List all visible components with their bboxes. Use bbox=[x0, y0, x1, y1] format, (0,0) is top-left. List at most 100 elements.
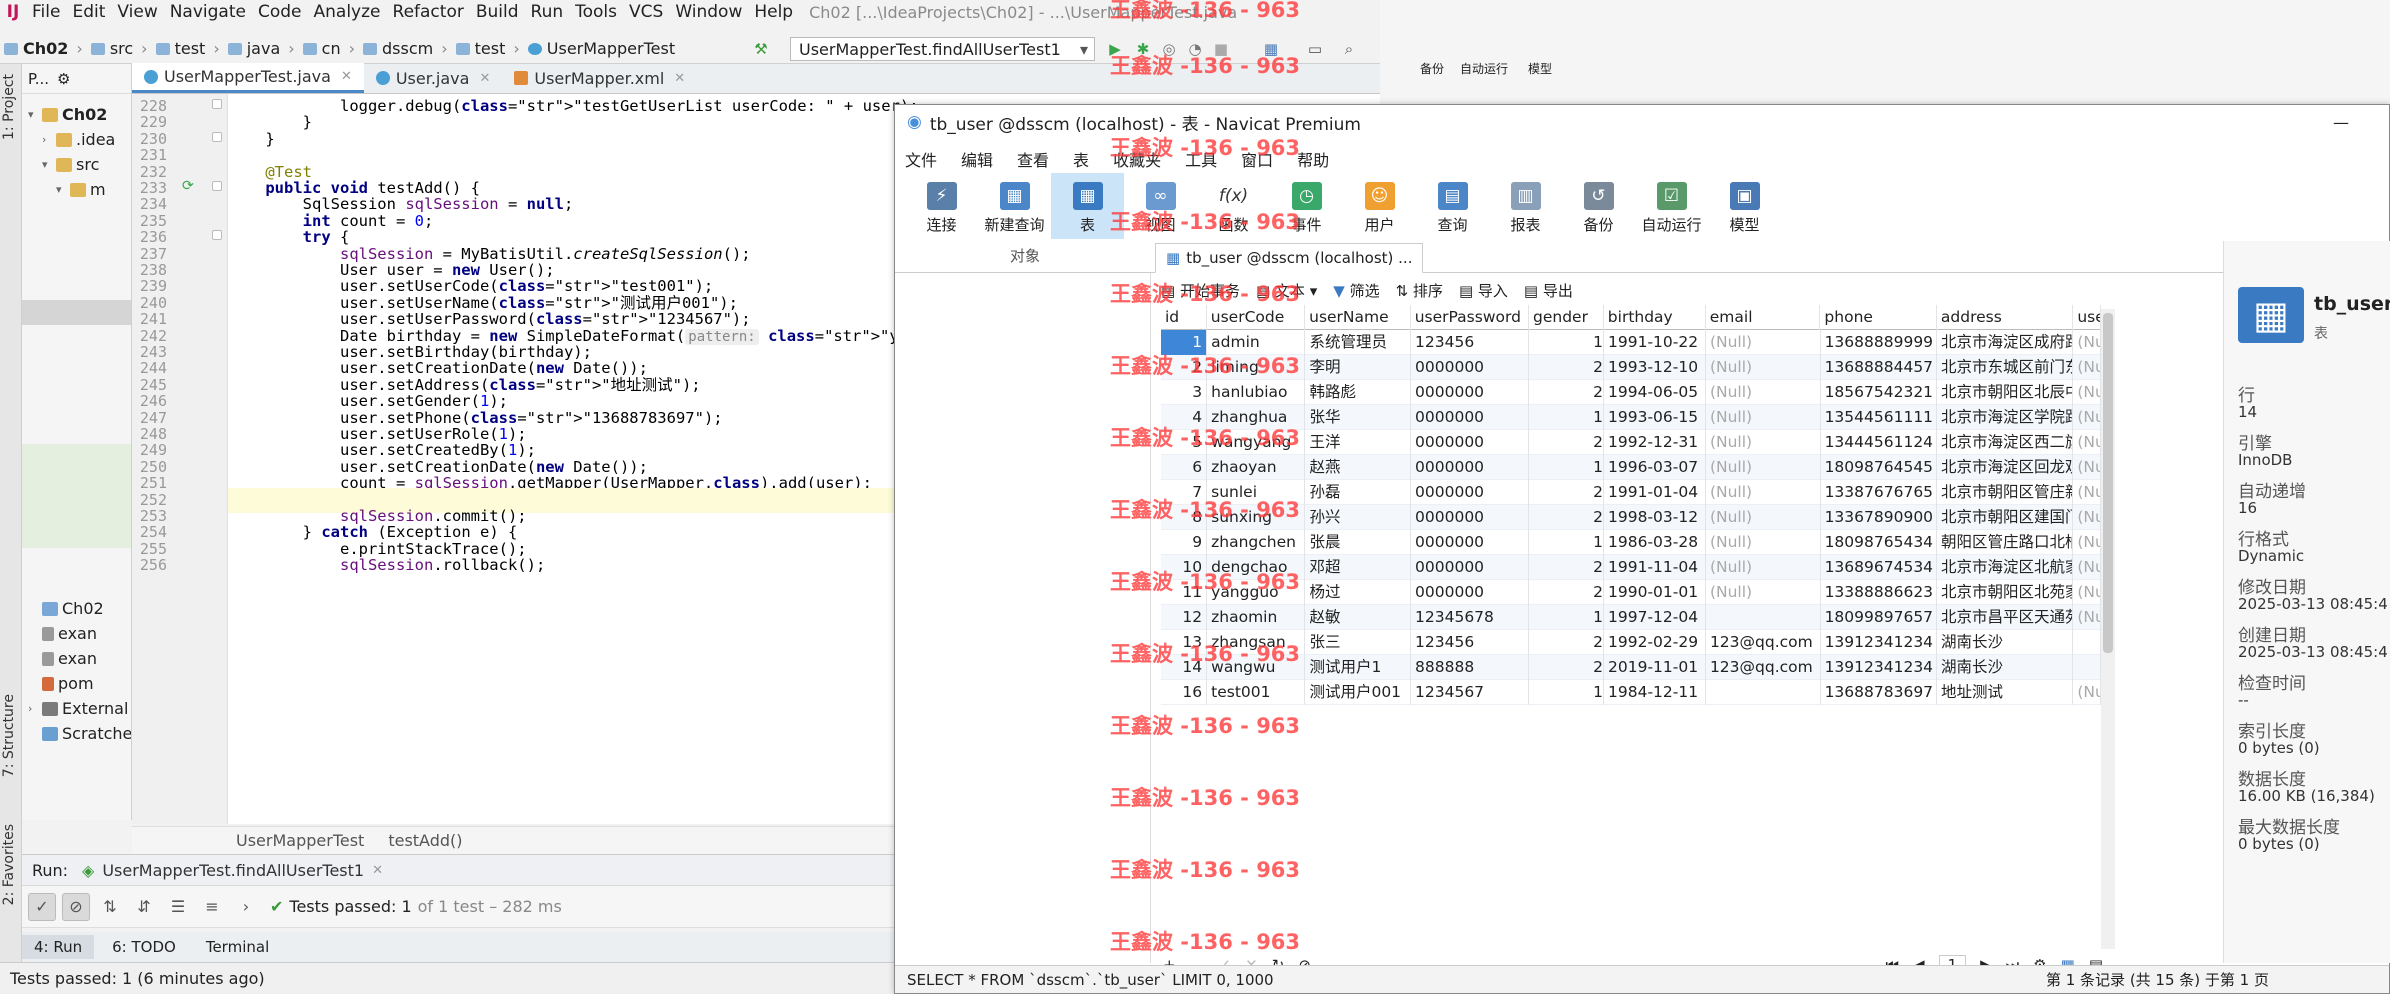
column-header[interactable]: gender bbox=[1529, 305, 1604, 330]
settings-gear-icon[interactable]: ⚙ bbox=[57, 70, 70, 88]
menu-code[interactable]: Code bbox=[252, 2, 308, 22]
table-cell[interactable]: 张华 bbox=[1305, 404, 1412, 430]
table-cell[interactable]: 朝阳区管庄路口北柏林 bbox=[1937, 529, 2074, 555]
table-cell[interactable]: 0000000 bbox=[1411, 529, 1530, 555]
table-cell[interactable]: 13544561111 bbox=[1821, 404, 1937, 430]
table-cell[interactable]: 北京市海淀区成府路2( bbox=[1937, 329, 2074, 355]
table-cell[interactable]: 韩路彪 bbox=[1305, 379, 1412, 405]
table-cell[interactable]: 123456 bbox=[1411, 629, 1530, 655]
table-cell[interactable]: 12345678 bbox=[1411, 604, 1530, 630]
table-cell[interactable]: 1994-06-05 bbox=[1604, 379, 1706, 405]
table-cell[interactable]: 1 bbox=[1529, 329, 1604, 355]
data-grid[interactable]: id userCode userName userPassword gender birt… bbox=[1161, 305, 2101, 705]
table-cell[interactable]: 北京市昌平区天通苑3[ bbox=[1937, 604, 2074, 630]
navicat-menu-item[interactable]: 编辑 bbox=[961, 147, 993, 171]
sort-button[interactable]: ⇅ 排序 bbox=[1396, 280, 1443, 301]
table-cell[interactable]: (Nu bbox=[2073, 379, 2101, 405]
tree-item[interactable]: ▾ src bbox=[42, 152, 99, 177]
table-cell[interactable]: 13367890900 bbox=[1821, 504, 1937, 530]
column-header[interactable]: birthday bbox=[1604, 305, 1706, 330]
chevron-right-icon[interactable]: › bbox=[232, 893, 260, 921]
table-cell[interactable]: 13912341234 bbox=[1821, 654, 1937, 680]
column-header[interactable]: id bbox=[1161, 305, 1207, 330]
table-cell[interactable]: 0000000 bbox=[1411, 354, 1530, 380]
column-header[interactable]: userPassword bbox=[1411, 305, 1530, 330]
table-cell[interactable]: (Nu bbox=[2073, 454, 2101, 480]
table-cell[interactable]: 1 bbox=[1529, 679, 1604, 705]
menu-run[interactable]: Run bbox=[525, 2, 570, 22]
structure-tool-tab[interactable]: 7: Structure bbox=[1, 694, 17, 777]
table-cell[interactable]: 杨过 bbox=[1305, 579, 1412, 605]
table-cell[interactable]: (Null) bbox=[1706, 479, 1821, 505]
navicat-menu-item[interactable]: 表 bbox=[1073, 147, 1089, 171]
table-cell[interactable]: 9 bbox=[1161, 529, 1208, 555]
project-tool-tab[interactable]: 1: Project bbox=[1, 74, 17, 140]
table-cell[interactable]: 孙兴 bbox=[1305, 504, 1412, 530]
table-cell[interactable]: zhaoyan bbox=[1207, 454, 1306, 480]
menu-help[interactable]: Help bbox=[748, 2, 799, 22]
show-passed-icon[interactable]: ✓ bbox=[28, 892, 56, 921]
table-cell[interactable]: 赵敏 bbox=[1305, 604, 1412, 630]
tree-item[interactable]: Ch02 bbox=[42, 596, 104, 621]
table-row[interactable]: 11 yangguo 杨过 0000000 2 1990-01-01 (Null) 13388… bbox=[1161, 579, 2101, 605]
table-cell[interactable]: 2 bbox=[1529, 579, 1604, 605]
collapse-all-icon[interactable]: ≡ bbox=[198, 893, 226, 921]
table-cell[interactable]: 1993-06-15 bbox=[1604, 404, 1706, 430]
table-cell[interactable]: 北京市海淀区北航家属 bbox=[1937, 554, 2074, 580]
project-panel-title[interactable]: P... bbox=[28, 70, 49, 88]
table-cell[interactable]: (Nu bbox=[2073, 329, 2101, 355]
table-cell[interactable]: 13688783697 bbox=[1821, 679, 1937, 705]
table-cell[interactable]: 1992-12-31 bbox=[1604, 429, 1706, 455]
table-row[interactable]: 16 test001 测试用户001 1234567 1 1984-12-11 136887… bbox=[1161, 679, 2101, 705]
fold-marker-icon[interactable] bbox=[212, 131, 222, 142]
table-cell[interactable] bbox=[2073, 654, 2101, 680]
table-cell[interactable]: 1991-11-04 bbox=[1604, 554, 1706, 580]
table-row[interactable]: 1 admin 系统管理员 123456 1 1991-10-22 (Null) 136888… bbox=[1161, 329, 2101, 355]
table-cell[interactable]: 系统管理员 bbox=[1305, 329, 1412, 355]
table-cell[interactable]: 3 bbox=[1161, 379, 1208, 405]
table-cell[interactable]: 湖南长沙 bbox=[1937, 629, 2074, 655]
breadcrumb-test[interactable]: test › bbox=[152, 39, 224, 58]
table-cell[interactable]: (Null) bbox=[1706, 429, 1821, 455]
filter-button[interactable]: ▼ 筛选 bbox=[1333, 280, 1379, 301]
sort-duration-icon[interactable]: ⇵ bbox=[130, 893, 158, 921]
table-cell[interactable]: 0000000 bbox=[1411, 554, 1530, 580]
table-cell[interactable]: 北京市朝阳区管庄新月 bbox=[1937, 479, 2074, 505]
table-cell[interactable]: (Nu bbox=[2073, 404, 2101, 430]
table-cell[interactable]: (Null) bbox=[1706, 529, 1821, 555]
table-cell[interactable]: (Null) bbox=[1706, 404, 1821, 430]
table-cell[interactable]: zhaomin bbox=[1207, 604, 1306, 630]
table-cell[interactable]: 赵燕 bbox=[1305, 454, 1412, 480]
tool-model[interactable]: ▣ 模型 bbox=[1708, 173, 1781, 239]
table-row[interactable]: 9 zhangchen 张晨 0000000 1 1986-03-28 (Null) 1809… bbox=[1161, 529, 2101, 555]
tool-report[interactable]: ▥ 报表 bbox=[1489, 173, 1562, 239]
table-cell[interactable]: 2 bbox=[1529, 504, 1604, 530]
table-cell[interactable]: 1991-01-04 bbox=[1604, 479, 1706, 505]
table-cell[interactable]: 1993-12-10 bbox=[1604, 354, 1706, 380]
table-cell[interactable]: 1234567 bbox=[1411, 679, 1530, 705]
navicat-menu-item[interactable]: 帮助 bbox=[1297, 147, 1329, 171]
tool-backup[interactable]: ↺ 备份 bbox=[1562, 173, 1635, 239]
table-cell[interactable]: 李明 bbox=[1305, 354, 1412, 380]
table-cell[interactable]: (Null) bbox=[1706, 354, 1821, 380]
breadcrumb-src[interactable]: src › bbox=[87, 39, 152, 58]
table-cell[interactable]: 2019-11-01 bbox=[1604, 654, 1706, 680]
column-header[interactable]: use bbox=[2073, 305, 2101, 330]
fold-marker-icon[interactable] bbox=[212, 181, 222, 191]
table-cell[interactable] bbox=[2073, 629, 2101, 655]
table-cell[interactable]: (Null) bbox=[1706, 329, 1821, 355]
table-cell[interactable]: 13688889999 bbox=[1821, 329, 1937, 355]
expand-all-icon[interactable]: ☰ bbox=[164, 893, 192, 921]
table-cell[interactable]: 13387676765 bbox=[1821, 479, 1937, 505]
favorites-tool-tab[interactable]: 2: Favorites bbox=[1, 824, 17, 905]
table-row[interactable]: 13 zhangsan 张三 123456 2 1992-02-29 123@qq.com 1… bbox=[1161, 629, 2101, 655]
table-cell[interactable]: 2 bbox=[1529, 429, 1604, 455]
table-cell[interactable]: 张晨 bbox=[1305, 529, 1412, 555]
sort-alpha-icon[interactable]: ⇅ bbox=[96, 893, 124, 921]
grid-scrollbar[interactable] bbox=[2101, 309, 2115, 949]
table-cell[interactable]: 0000000 bbox=[1411, 579, 1530, 605]
table-row[interactable]: 12 zhaomin 赵敏 12345678 1 1997-12-04 1809989765… bbox=[1161, 604, 2101, 630]
table-cell[interactable]: (Nu bbox=[2073, 679, 2101, 705]
table-cell[interactable]: 123@qq.com bbox=[1706, 629, 1821, 655]
table-cell[interactable]: 16 bbox=[1161, 679, 1208, 705]
